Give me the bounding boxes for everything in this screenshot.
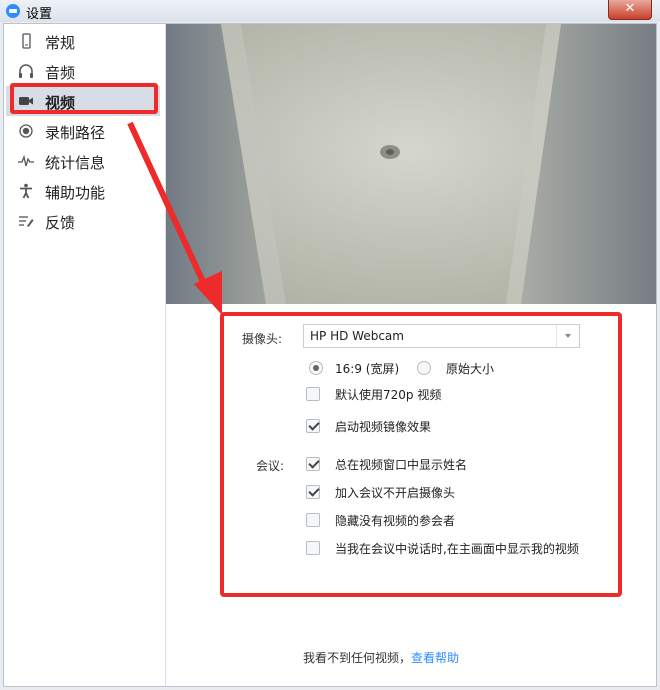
sidebar-item-label: 辅助功能 [45, 184, 106, 202]
accessibility-icon [20, 183, 32, 199]
sidebar-item-audio[interactable]: 音频 [6, 56, 160, 86]
camera-preview [166, 24, 656, 304]
help-line: 我看不到任何视频，查看帮助 [303, 649, 459, 666]
sidebar-item-general[interactable]: 常规 [6, 26, 160, 56]
annotation-highlight-panel [220, 312, 622, 597]
sidebar-item-label: 统计信息 [45, 154, 106, 172]
sidebar-item-label: 音频 [45, 64, 76, 82]
annotation-arrow [127, 121, 222, 315]
help-text: 我看不到任何视频， [303, 651, 412, 665]
sidebar-item-label: 录制路径 [45, 124, 106, 142]
pulse-icon [18, 154, 34, 167]
sidebar-item-label: 反馈 [45, 214, 76, 232]
phone-icon [22, 33, 31, 49]
sidebar-item-label: 常规 [45, 34, 76, 52]
headphones-icon [19, 64, 33, 78]
record-icon [19, 124, 33, 138]
app-logo-icon [6, 4, 20, 18]
window-title: 设置 [26, 7, 53, 22]
settings-window: 常规 音频 视频 录制路径 统计信息 辅助功能 反馈 摄像头: HP HD We… [3, 23, 657, 687]
annotation-highlight-video [10, 83, 158, 114]
help-link[interactable]: 查看帮助 [411, 651, 459, 665]
feedback-icon [19, 216, 34, 227]
title-bar: 设置 ✕ [0, 0, 660, 22]
close-button[interactable]: ✕ [608, 0, 652, 20]
